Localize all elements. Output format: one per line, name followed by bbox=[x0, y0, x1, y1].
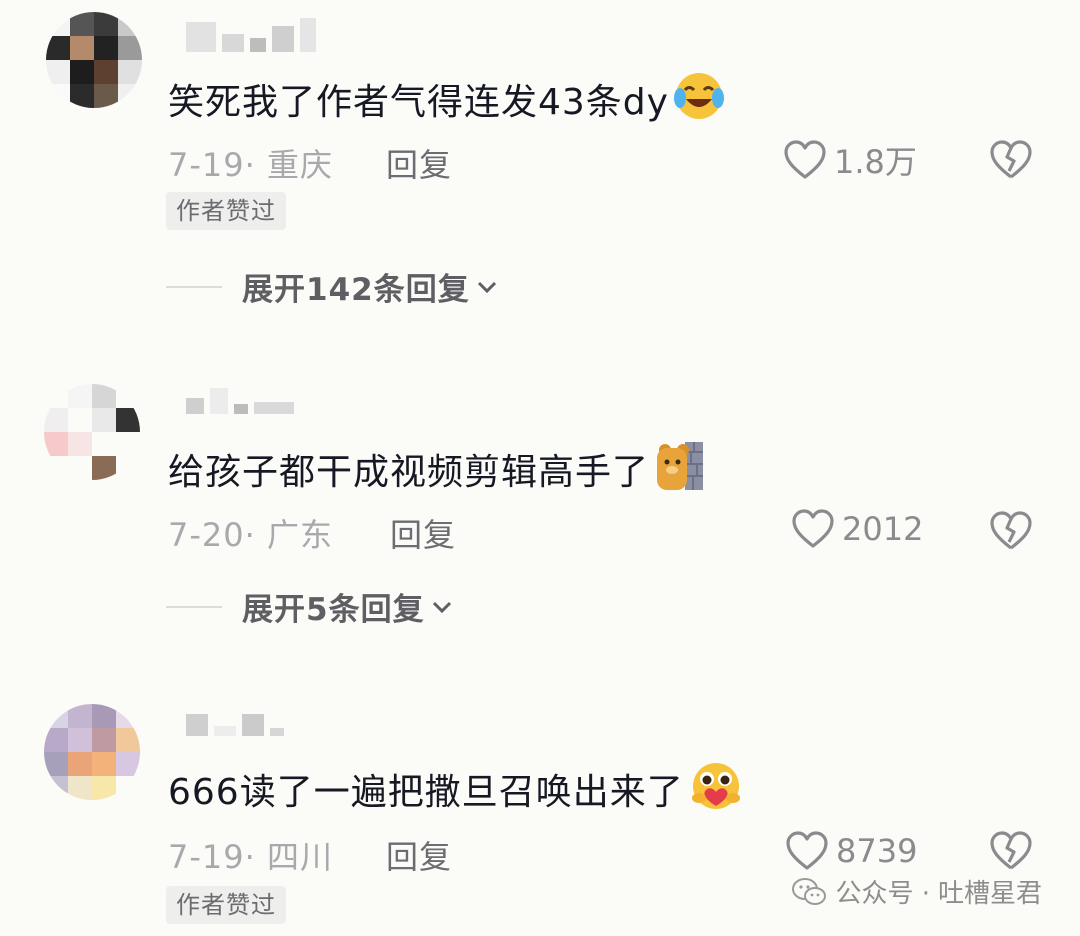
comment-meta: 7-20· 广东 bbox=[168, 510, 333, 556]
reply-button[interactable]: 回复 bbox=[386, 140, 452, 186]
comment-location: 重庆 bbox=[266, 146, 333, 184]
heart-outline-icon bbox=[786, 831, 828, 870]
comment-text: 笑死我了作者气得连发43条dy bbox=[168, 70, 725, 135]
separator: · bbox=[244, 838, 256, 876]
heart-outline-icon bbox=[792, 509, 834, 548]
broken-heart-icon bbox=[990, 831, 1032, 870]
dislike-button[interactable] bbox=[988, 830, 1034, 876]
watermark-prefix: 公众号 · bbox=[835, 879, 930, 909]
divider-line bbox=[166, 605, 222, 608]
comment-text-content: 给孩子都干成视频剪辑高手了 bbox=[168, 451, 650, 493]
comment-date: 7-20 bbox=[168, 516, 245, 554]
author-liked-badge: 作者赞过 bbox=[166, 886, 286, 924]
broken-heart-icon bbox=[990, 511, 1032, 550]
comment-text-content: 666读了一遍把撒旦召唤出来了 bbox=[168, 771, 684, 813]
divider-line bbox=[166, 285, 222, 288]
comment-meta: 7-19· 重庆 bbox=[168, 140, 333, 186]
expand-replies-button[interactable]: 展开142条回复 bbox=[166, 264, 498, 309]
avatar[interactable] bbox=[44, 384, 140, 480]
comment-text: 给孩子都干成视频剪辑高手了 bbox=[168, 440, 705, 505]
username-pixelated[interactable] bbox=[186, 388, 294, 414]
username-pixelated[interactable] bbox=[186, 18, 316, 52]
expand-replies-button[interactable]: 展开5条回复 bbox=[166, 584, 453, 629]
comment-meta: 7-19· 四川 bbox=[168, 832, 333, 878]
like-button[interactable]: 8739 bbox=[784, 830, 917, 872]
comment-date: 7-19 bbox=[168, 838, 245, 876]
wechat-icon bbox=[792, 877, 827, 905]
comment-location: 四川 bbox=[266, 838, 333, 876]
reply-button[interactable]: 回复 bbox=[386, 832, 452, 878]
chevron-down-icon bbox=[432, 601, 451, 613]
like-count: 2012 bbox=[842, 510, 924, 548]
comment-date: 7-19 bbox=[168, 146, 245, 184]
avatar[interactable] bbox=[44, 704, 140, 800]
like-count: 1.8万 bbox=[834, 143, 917, 181]
comment-location: 广东 bbox=[266, 516, 333, 554]
heart-outline-icon bbox=[784, 140, 826, 179]
reply-button[interactable]: 回复 bbox=[390, 510, 456, 556]
peeking-bear-emoji-icon bbox=[653, 440, 705, 505]
dislike-button[interactable] bbox=[988, 510, 1034, 556]
crying-laughing-emoji-icon bbox=[673, 70, 725, 135]
broken-heart-icon bbox=[990, 140, 1032, 179]
expand-replies-label: 展开5条回复 bbox=[242, 592, 425, 628]
separator: · bbox=[244, 516, 256, 554]
like-button[interactable]: 1.8万 bbox=[782, 137, 917, 183]
dislike-button[interactable] bbox=[988, 139, 1034, 185]
heart-hug-emoji-icon bbox=[688, 760, 744, 825]
watermark-name: 吐槽星君 bbox=[937, 879, 1042, 909]
comment-text-content: 笑死我了作者气得连发43条dy bbox=[168, 81, 669, 123]
watermark: 公众号 · 吐槽星君 bbox=[791, 873, 1042, 910]
expand-replies-label: 展开142条回复 bbox=[242, 272, 470, 308]
chevron-down-icon bbox=[477, 281, 496, 293]
separator: · bbox=[244, 146, 256, 184]
comment-text: 666读了一遍把撒旦召唤出来了 bbox=[168, 760, 744, 825]
like-button[interactable]: 2012 bbox=[790, 508, 923, 550]
like-count: 8739 bbox=[836, 832, 918, 870]
author-liked-badge: 作者赞过 bbox=[166, 192, 286, 230]
avatar[interactable] bbox=[46, 12, 142, 108]
username-pixelated[interactable] bbox=[186, 714, 284, 736]
